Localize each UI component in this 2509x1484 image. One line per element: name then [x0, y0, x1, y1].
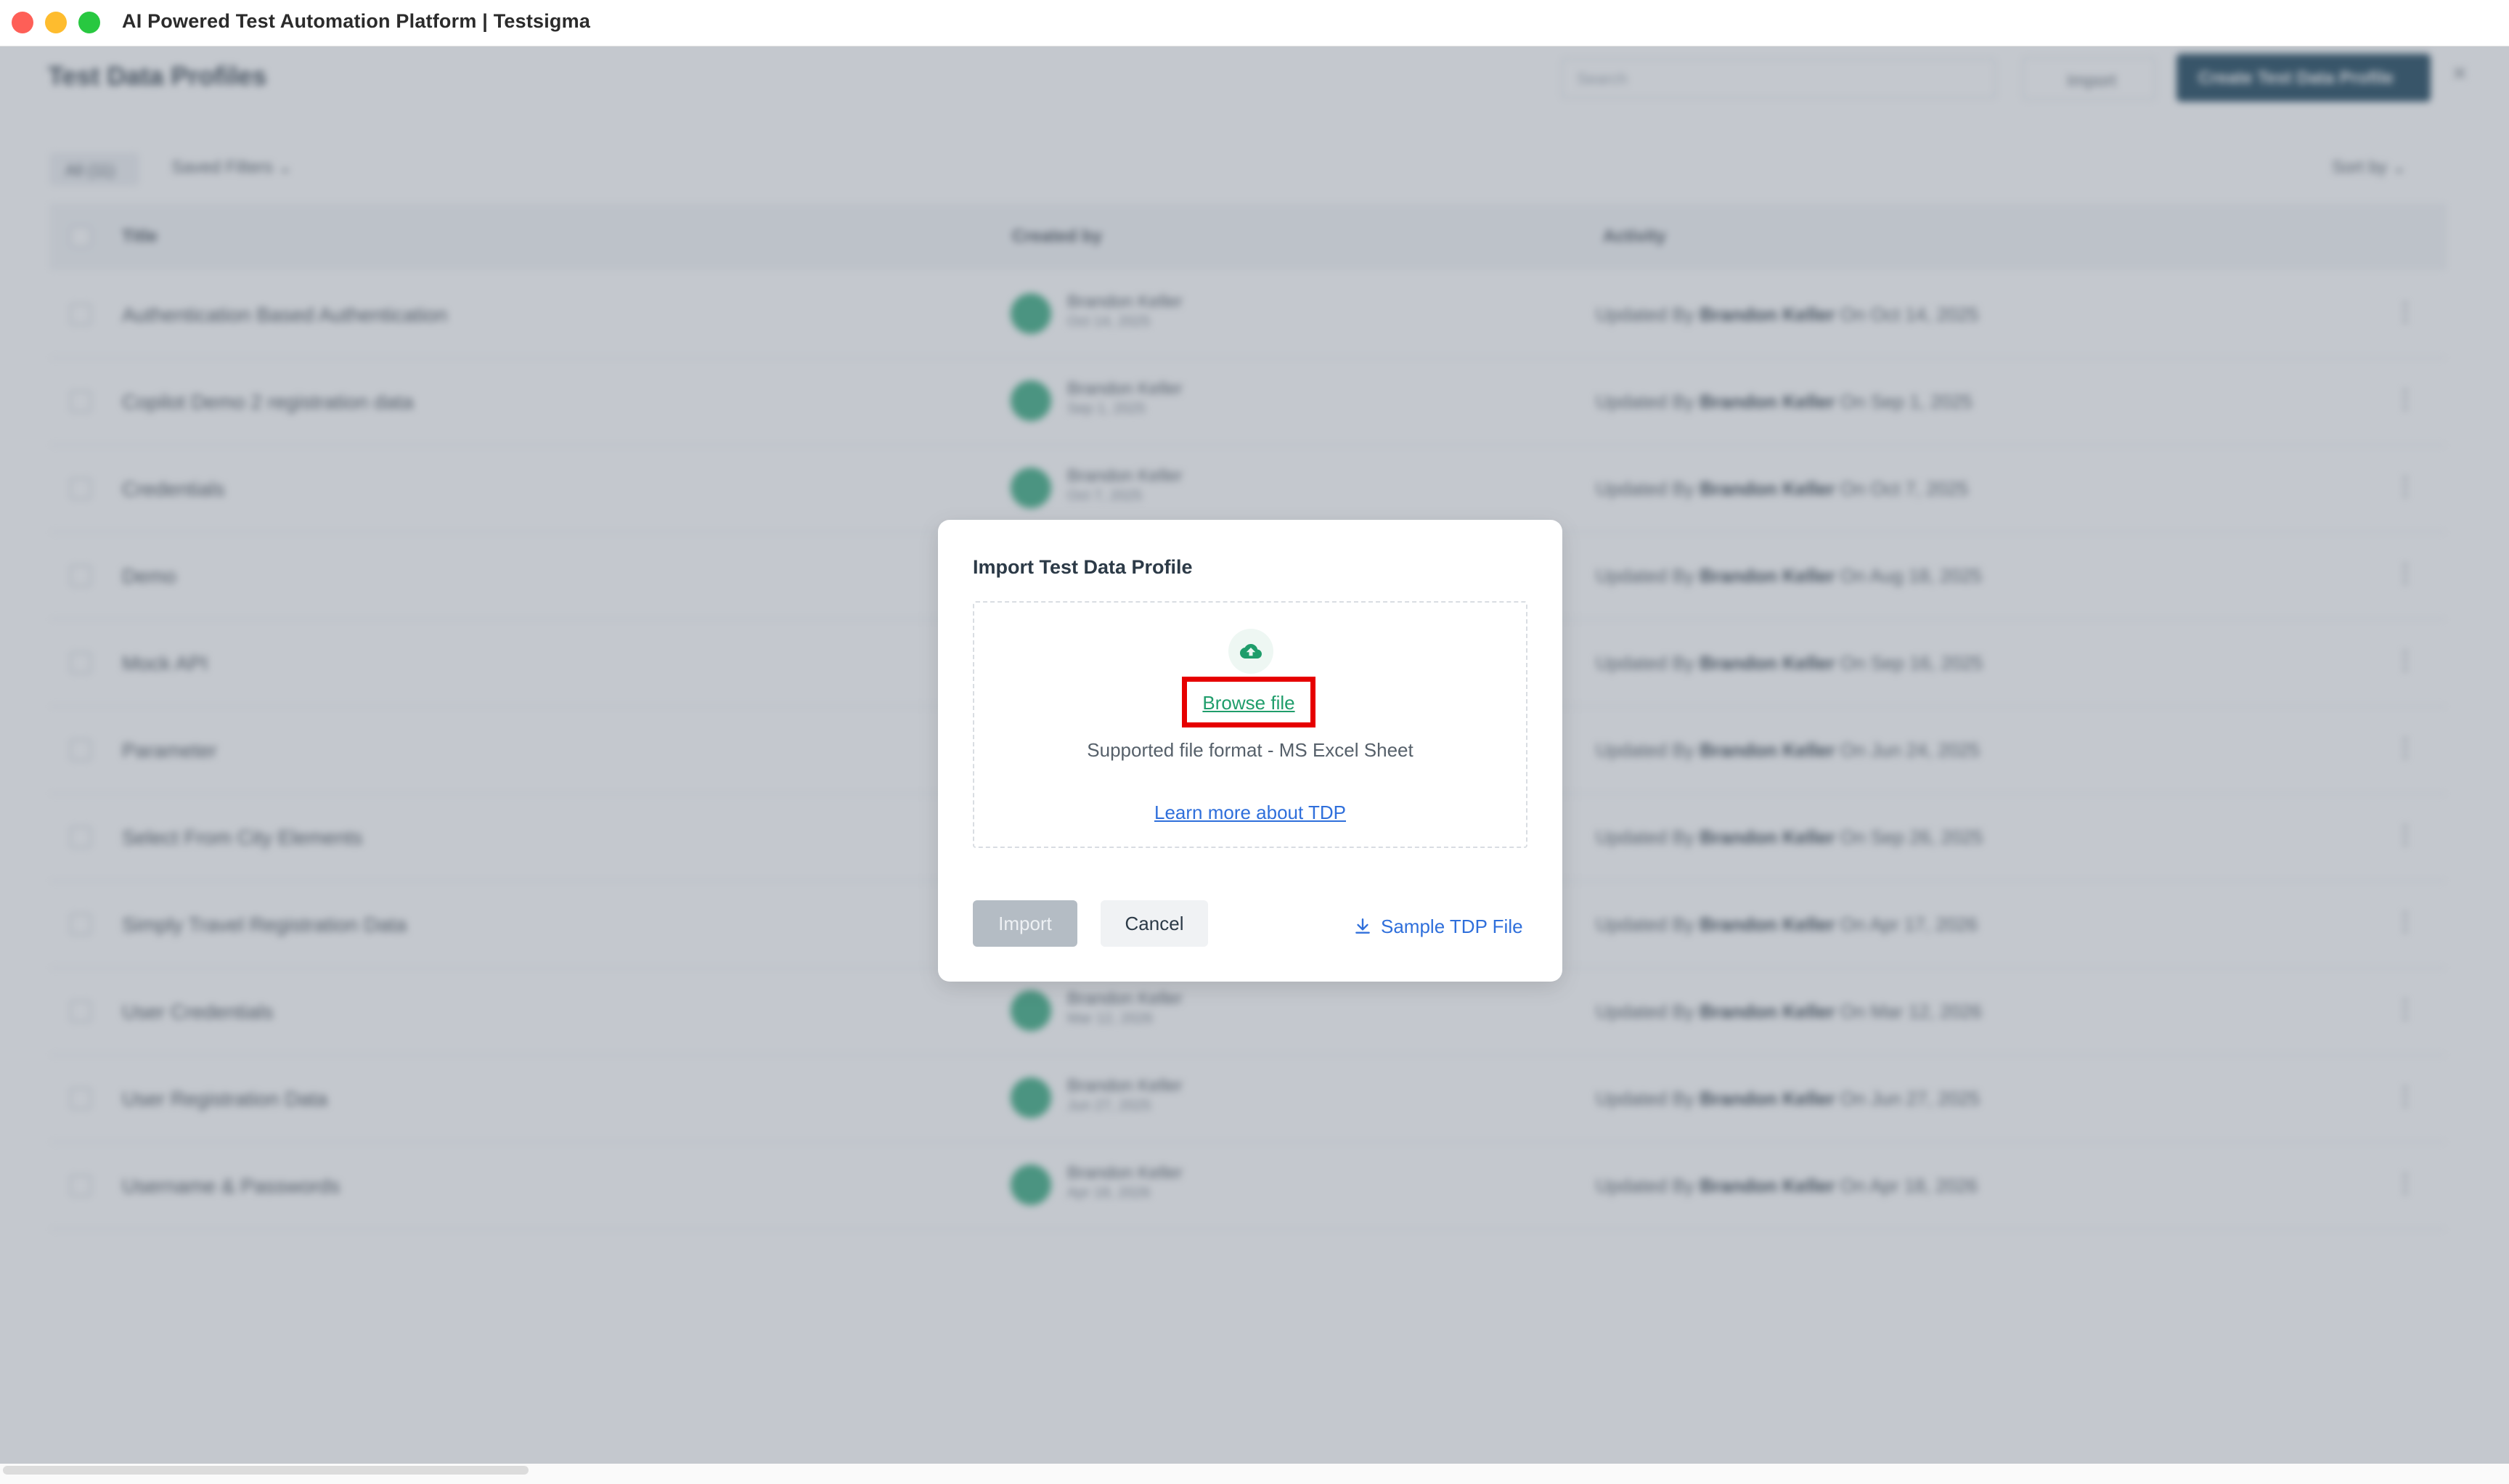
sample-tdp-file-link[interactable]: Sample TDP File	[1353, 912, 1523, 941]
cloud-upload-icon	[1228, 629, 1273, 674]
minimize-window-button[interactable]	[45, 12, 67, 33]
file-dropzone[interactable]: Browse file Supported file format - MS E…	[973, 601, 1527, 848]
supported-format-text: Supported file format - MS Excel Sheet	[1087, 739, 1413, 761]
maximize-window-button[interactable]	[78, 12, 100, 33]
import-submit-button[interactable]: Import	[973, 900, 1077, 947]
learn-more-link[interactable]: Learn more about TDP	[974, 802, 1526, 824]
window-titlebar: AI Powered Test Automation Platform | Te…	[0, 0, 2509, 46]
cancel-button[interactable]: Cancel	[1101, 900, 1208, 947]
import-dialog: Import Test Data Profile Browse file Sup…	[938, 520, 1562, 982]
window-title: AI Powered Test Automation Platform | Te…	[122, 10, 591, 32]
sample-tdp-label: Sample TDP File	[1381, 915, 1523, 937]
browse-file-highlight: Browse file	[1182, 677, 1315, 727]
download-icon	[1355, 918, 1370, 934]
scrollbar-thumb[interactable]	[3, 1466, 529, 1475]
close-window-button[interactable]	[12, 12, 33, 33]
browse-file-link[interactable]: Browse file	[1187, 692, 1310, 714]
dialog-title: Import Test Data Profile	[973, 556, 1193, 578]
